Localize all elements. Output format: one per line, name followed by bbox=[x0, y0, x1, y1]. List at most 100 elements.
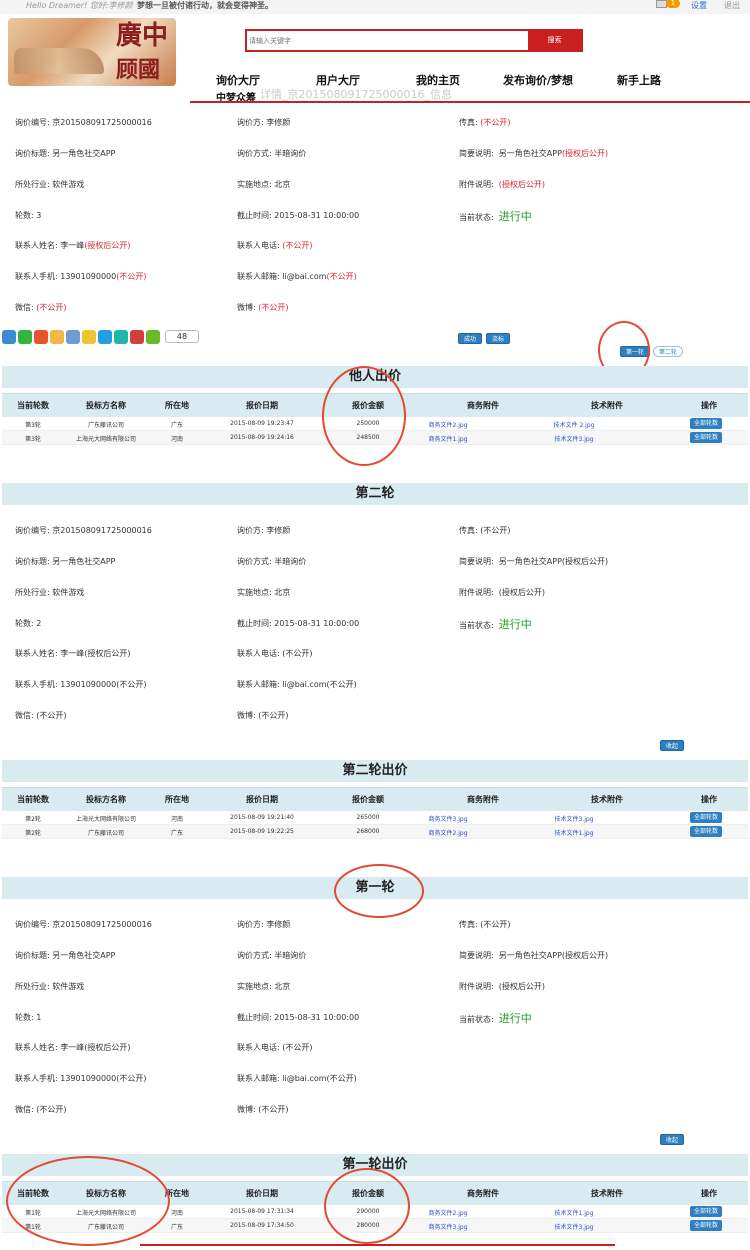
table-header: 当前轮数 投标方名称 所在地 报价日期 报价金额 商务附件 技术附件 操作 bbox=[2, 787, 748, 811]
all-rounds-button[interactable]: 全部轮数 bbox=[690, 418, 723, 429]
fax-field: 传真: (不公开) bbox=[459, 118, 511, 127]
contact-mobile-field: 联系人手机: 13901090000(不公开) bbox=[15, 1074, 147, 1083]
message-count-badge[interactable]: 1 bbox=[666, 0, 680, 8]
annotation-circle bbox=[322, 366, 406, 466]
all-rounds-button[interactable]: 全部轮数 bbox=[690, 826, 723, 837]
collapse-button[interactable]: 收起 bbox=[660, 1134, 685, 1145]
location-field: 实施地点: 北京 bbox=[237, 588, 291, 597]
biz-file-link[interactable]: 商务文件2.jpg bbox=[428, 828, 467, 837]
tech-file-link[interactable]: 技术文件 2.jpg bbox=[554, 420, 595, 429]
biz-file-link[interactable]: 商务文件3.jpg bbox=[428, 1222, 467, 1231]
inquiry-no-field: 询价编号: 京201508091725000016 bbox=[15, 920, 152, 929]
fax-field: 传真: (不公开) bbox=[459, 526, 511, 535]
brief-field: 简要说明: 另一角色社交APP(授权后公开) bbox=[459, 557, 609, 566]
share-chat-icon[interactable] bbox=[114, 330, 128, 344]
header-divider bbox=[190, 101, 750, 103]
share-bar: 48 bbox=[2, 330, 201, 344]
deadline-field: 截止时间: 2015-08-31 10:00:00 bbox=[237, 619, 360, 628]
inquiry-no-field: 询价编号: 京201508091725000016 bbox=[15, 526, 152, 535]
contact-phone-field: 联系人电话: (不公开) bbox=[237, 649, 313, 658]
share-weibo-icon[interactable] bbox=[34, 330, 48, 344]
inquiry-title-field: 询价标题: 另一角色社交APP bbox=[15, 557, 116, 566]
status-field: 当前状态: 进行中 bbox=[459, 1012, 532, 1025]
nav-item-publish[interactable]: 发布询价/梦想 bbox=[503, 72, 573, 88]
wechat-field: 微信: (不公开) bbox=[15, 303, 67, 312]
inquiry-title-field: 询价标题: 另一角色社交APP bbox=[15, 149, 116, 158]
rounds-field: 轮数: 3 bbox=[15, 211, 42, 220]
attachment-field: 附件说明: (授权后公开) bbox=[459, 982, 546, 991]
contact-phone-field: 联系人电话: (不公开) bbox=[237, 1043, 313, 1052]
inquiry-party-field: 询价方: 李修颜 bbox=[237, 920, 291, 929]
search-input[interactable] bbox=[249, 32, 529, 49]
location-field: 实施地点: 北京 bbox=[237, 180, 291, 189]
bids-table-round2: 当前轮数 投标方名称 所在地 报价日期 报价金额 商务附件 技术附件 操作 第2轮 上海光大网络… bbox=[2, 787, 748, 839]
share-qzone-icon[interactable] bbox=[2, 330, 16, 344]
inquiry-method-field: 询价方式: 半暗询价 bbox=[237, 557, 307, 566]
inquiry-no-field: 询价编号: 京201508091725000016 bbox=[15, 118, 152, 127]
search-button[interactable]: 搜索 bbox=[528, 31, 581, 50]
tech-file-link[interactable]: 技术文件1.jpg bbox=[554, 828, 593, 837]
tech-file-link[interactable]: 技术文件3.jpg bbox=[554, 1222, 593, 1231]
share-favorite-icon[interactable] bbox=[82, 330, 96, 344]
inquiry-method-field: 询价方式: 半暗询价 bbox=[237, 149, 307, 158]
biz-file-link[interactable]: 商务文件2.jpg bbox=[428, 1208, 467, 1217]
tech-file-link[interactable]: 技术文件3.jpg bbox=[554, 814, 593, 823]
contact-mobile-field: 联系人手机: 13901090000(不公开) bbox=[15, 272, 147, 281]
footer-divider bbox=[140, 1244, 615, 1246]
deadline-field: 截止时间: 2015-08-31 10:00:00 bbox=[237, 1013, 360, 1022]
nav-item-inquiry-hall[interactable]: 询价大厅 bbox=[216, 72, 260, 88]
logout-link[interactable]: 退出 bbox=[724, 0, 740, 11]
contact-email-field: 联系人邮箱: li@bai.com(不公开) bbox=[237, 680, 357, 689]
logo-seal-icon: 廣中 bbox=[116, 21, 169, 51]
tech-file-link[interactable]: 技术文件3.jpg bbox=[554, 434, 593, 443]
collapse-button[interactable]: 收起 bbox=[660, 740, 685, 751]
rounds-field: 轮数: 1 bbox=[15, 1013, 42, 1022]
nav-item-guide[interactable]: 新手上路 bbox=[617, 72, 661, 88]
inquiry-method-field: 询价方式: 半暗询价 bbox=[237, 951, 307, 960]
contact-name-field: 联系人姓名: 李一峰(授权后公开) bbox=[15, 649, 131, 658]
weibo-field: 微博: (不公开) bbox=[237, 711, 289, 720]
wechat-field: 微信: (不公开) bbox=[15, 1105, 67, 1114]
all-rounds-button[interactable]: 全部轮数 bbox=[690, 812, 723, 823]
industry-field: 所处行业: 软件游戏 bbox=[15, 588, 85, 597]
biz-file-link[interactable]: 商务文件2.jpg bbox=[428, 420, 467, 429]
all-rounds-button[interactable]: 全部轮数 bbox=[690, 1206, 723, 1217]
share-renren-icon[interactable] bbox=[66, 330, 80, 344]
table-row: 第2轮 上海光大网络有限公司 河南 2015-08-09 19:21:40 265000… bbox=[2, 811, 748, 825]
round2-title: 第二轮 bbox=[2, 483, 748, 505]
top-bar: Hello Dreamer! 您好:李修颜 梦想一旦被付诸行动，就会变得神圣。 … bbox=[0, 0, 750, 14]
attachment-field: 附件说明: (授权后公开) bbox=[459, 180, 546, 189]
status-badge: 进行中 bbox=[498, 210, 532, 223]
fax-field: 传真: (不公开) bbox=[459, 920, 511, 929]
contact-name-field: 联系人姓名: 李一峰(授权后公开) bbox=[15, 1043, 131, 1052]
annotation-circle bbox=[6, 1156, 170, 1246]
status-field: 当前状态: 进行中 bbox=[459, 618, 532, 631]
all-rounds-button[interactable]: 全部轮数 bbox=[690, 432, 723, 443]
biz-file-link[interactable]: 商务文件3.jpg bbox=[428, 814, 467, 823]
table-row: 第2轮 广东藤讯公司 广东 2015-08-09 19:22:25 268000 商务文件… bbox=[2, 825, 748, 839]
contact-email-field: 联系人邮箱: li@bai.com(不公开) bbox=[237, 272, 357, 281]
inquiry-party-field: 询价方: 李修颜 bbox=[237, 118, 291, 127]
status-badge: 进行中 bbox=[498, 618, 532, 631]
round2-bids-title: 第二轮出价 bbox=[2, 760, 748, 782]
slogan-text: 梦想一旦被付诸行动，就会变得神圣。 bbox=[137, 1, 273, 10]
biz-file-link[interactable]: 商务文件1.jpg bbox=[428, 434, 467, 443]
share-douban-icon[interactable] bbox=[130, 330, 144, 344]
all-rounds-button[interactable]: 全部轮数 bbox=[690, 1220, 723, 1231]
share-more-icon[interactable] bbox=[146, 330, 160, 344]
success-button[interactable]: 成功 bbox=[458, 333, 483, 344]
settings-link[interactable]: 设置 bbox=[691, 0, 707, 11]
inquiry-title-field: 询价标题: 另一角色社交APP bbox=[15, 951, 116, 960]
fail-button[interactable]: 流标 bbox=[486, 333, 511, 344]
tech-file-link[interactable]: 技术文件1.jpg bbox=[554, 1208, 593, 1217]
industry-field: 所处行业: 软件游戏 bbox=[15, 982, 85, 991]
weibo-field: 微博: (不公开) bbox=[237, 1105, 289, 1114]
greeting-text: Hello Dreamer! 您好:李修颜 bbox=[26, 1, 133, 10]
share-wechat-icon[interactable] bbox=[18, 330, 32, 344]
annotation-circle bbox=[334, 864, 424, 918]
round2-button[interactable]: 第二轮 bbox=[653, 346, 684, 357]
share-qq-icon[interactable] bbox=[98, 330, 112, 344]
share-mail-icon[interactable] bbox=[50, 330, 64, 344]
share-count: 48 bbox=[165, 330, 199, 343]
contact-mobile-field: 联系人手机: 13901090000(不公开) bbox=[15, 680, 147, 689]
